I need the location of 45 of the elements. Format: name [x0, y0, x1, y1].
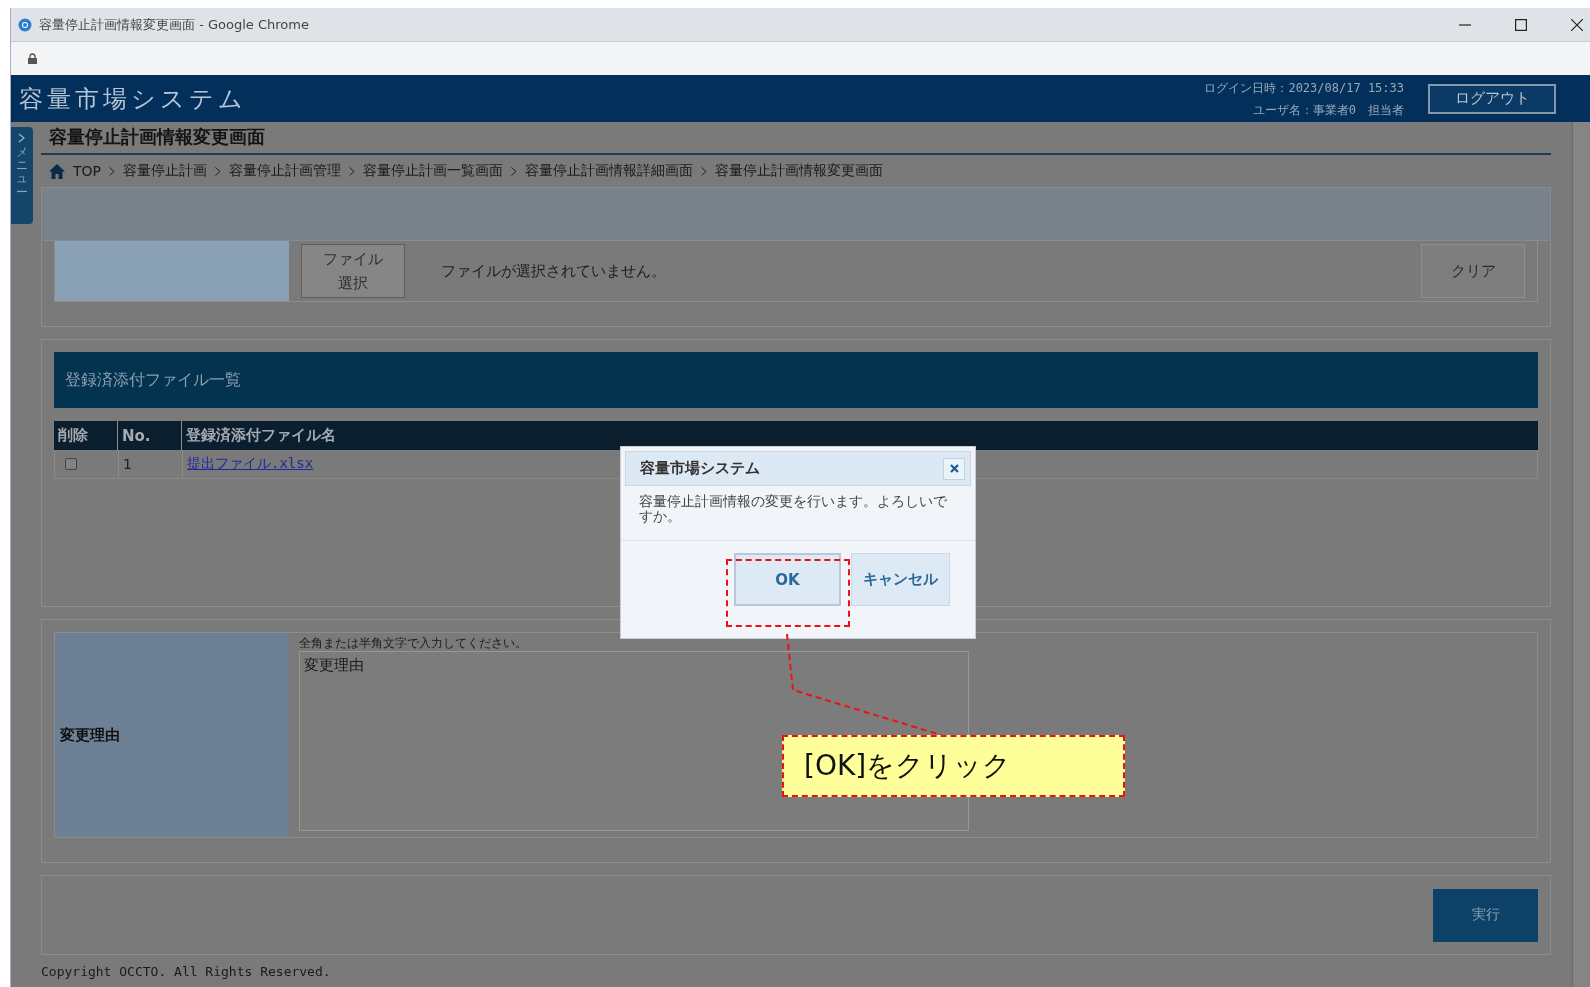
page-title: 容量停止計画情報変更画面: [41, 122, 1551, 155]
ok-button[interactable]: OK: [734, 553, 841, 606]
breadcrumb-link[interactable]: 容量停止計画一覧画面: [363, 162, 503, 180]
cancel-button[interactable]: キャンセル: [851, 553, 950, 606]
close-icon: [949, 464, 959, 473]
lock-icon: [28, 53, 37, 64]
callout-note: [OK]をクリック: [782, 735, 1125, 797]
browser-logo-icon: [18, 17, 32, 32]
breadcrumb-link[interactable]: 容量停止計画管理: [229, 162, 341, 180]
file-link[interactable]: 提出ファイル.xlsx: [187, 455, 314, 473]
breadcrumb-link[interactable]: TOP: [73, 163, 101, 179]
copyright-text: Copyright OCCTO. All Rights Reserved.: [41, 964, 332, 979]
file-select-button[interactable]: ファイル選択: [301, 244, 405, 298]
window-title: 容量停止計画情報変更画面 - Google Chrome: [39, 15, 309, 34]
app-name: 容量市場システム: [19, 83, 247, 115]
chevron-icon: [215, 166, 221, 176]
breadcrumb-link[interactable]: 容量停止計画情報変更画面: [715, 162, 883, 180]
section-header: 登録済添付ファイル一覧: [54, 352, 1538, 408]
field-hint: 全角または半角文字で入力してください。: [299, 635, 528, 651]
checkbox[interactable]: [65, 458, 77, 470]
file-status: ファイルが選択されていません。: [441, 261, 666, 281]
login-time: ログイン日時：2023/08/17 15:33: [1204, 79, 1404, 97]
dialog-message: 容量停止計画情報の変更を行います。よろしいですか。: [621, 486, 975, 541]
column-header: 削除: [54, 421, 118, 450]
chevron-icon: [349, 166, 355, 176]
execute-button[interactable]: 実行: [1433, 888, 1538, 942]
home-icon[interactable]: [49, 163, 65, 179]
breadcrumb-link[interactable]: 容量停止計画: [123, 162, 207, 180]
dialog-title: 容量市場システム: [640, 459, 760, 478]
maximize-icon[interactable]: [1515, 18, 1527, 31]
column-header: No.: [118, 421, 182, 450]
user-name: ユーザ名：事業者0 担当者: [1252, 101, 1404, 119]
menu-tab[interactable]: メニュー: [11, 127, 33, 224]
chevron-icon: [511, 166, 517, 176]
table-cell: 1: [119, 450, 183, 478]
column-header: 登録済添付ファイル名: [185, 425, 337, 446]
field-label: 変更理由: [55, 633, 289, 837]
chevron-icon: [18, 133, 26, 143]
clear-button[interactable]: クリア: [1421, 244, 1525, 298]
logout-button[interactable]: ログアウト: [1428, 83, 1556, 114]
chevron-icon: [109, 166, 115, 176]
close-button[interactable]: [943, 457, 965, 480]
breadcrumb-link[interactable]: 容量停止計画情報詳細画面: [525, 162, 693, 180]
close-icon[interactable]: [1571, 18, 1583, 31]
chevron-icon: [701, 166, 707, 176]
